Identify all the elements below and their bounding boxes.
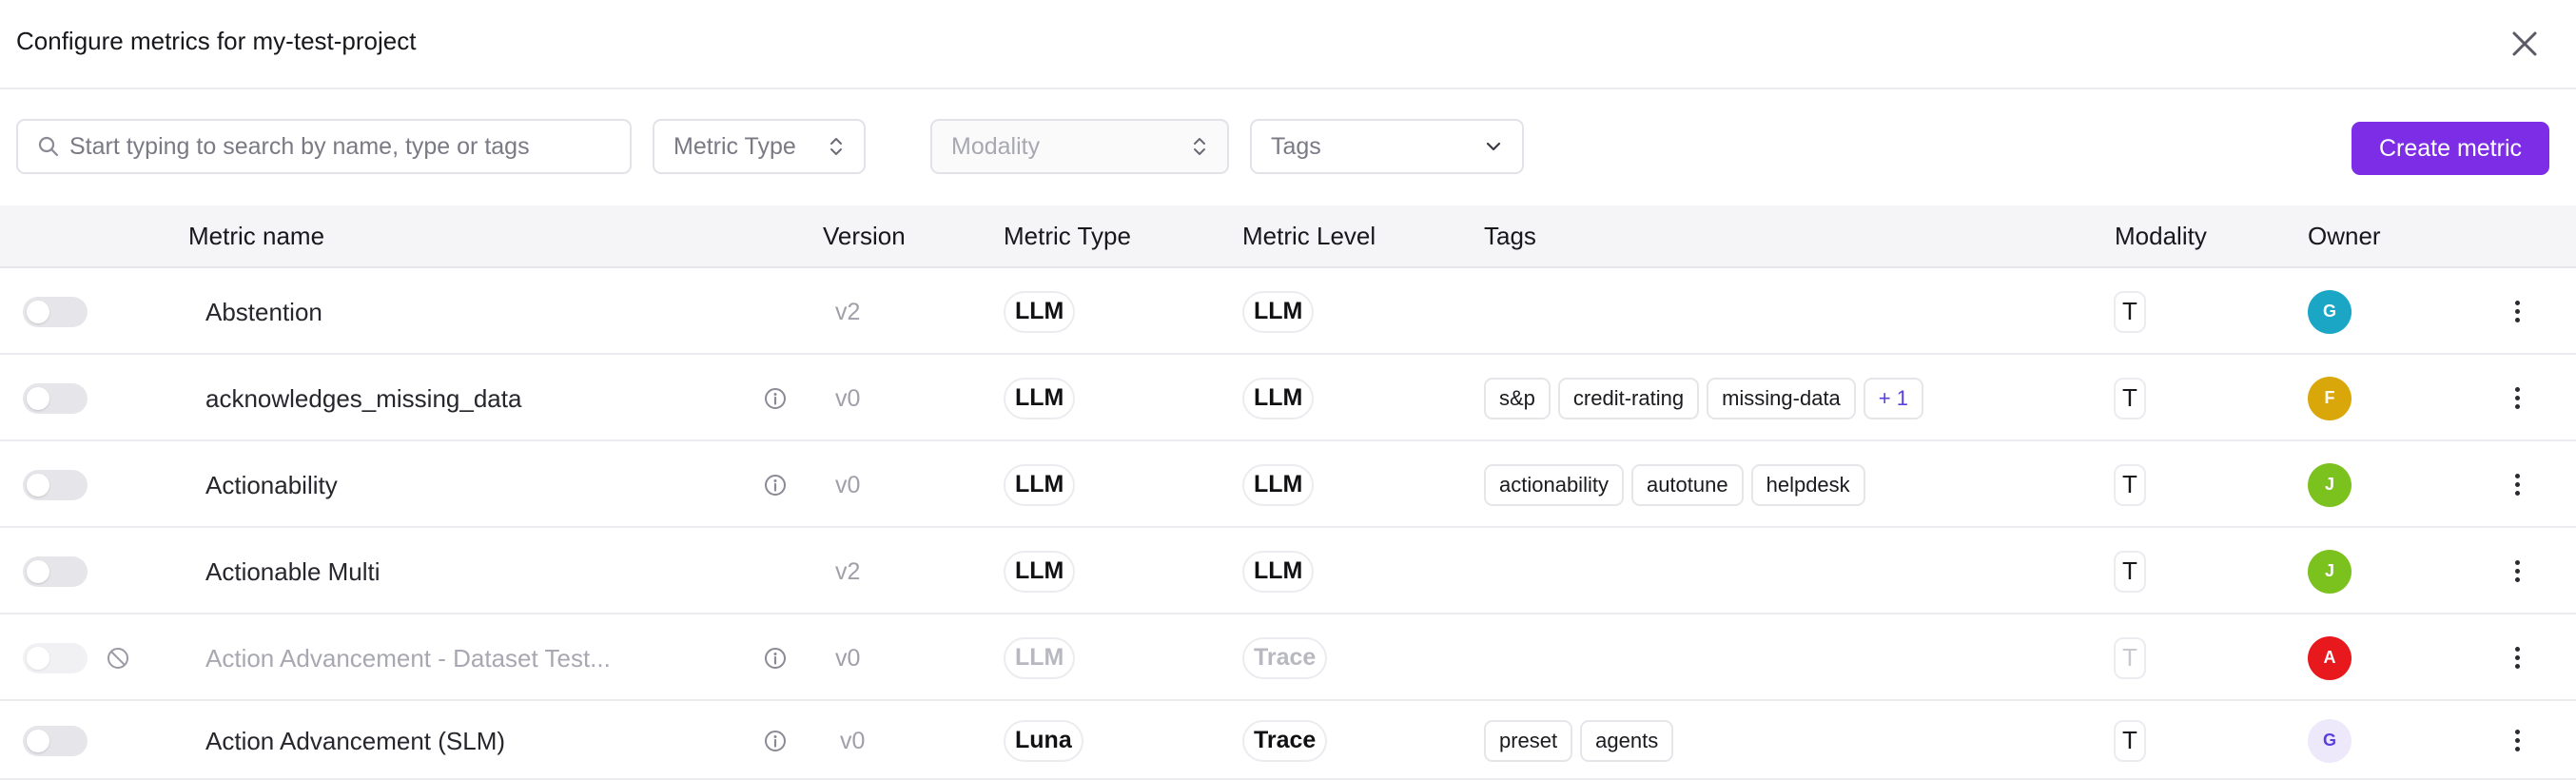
info-icon[interactable] (763, 473, 788, 497)
column-header-name[interactable]: Metric name (188, 222, 324, 251)
owner-avatar: G (2308, 718, 2352, 763)
owner-avatar: J (2308, 462, 2352, 507)
metric-type-select[interactable]: Metric Type (653, 119, 866, 174)
enable-toggle[interactable] (23, 725, 88, 756)
metric-level-badge: LLM (1242, 550, 1315, 593)
tag-chip: actionability (1484, 463, 1624, 506)
metric-type-badge: LLM (1004, 463, 1076, 506)
metric-name[interactable]: Action Advancement (SLM) (205, 727, 505, 756)
metric-version: v0 (835, 644, 861, 672)
dialog-title: Configure metrics for my-test-project (16, 27, 417, 55)
info-icon[interactable] (763, 646, 788, 671)
enable-toggle[interactable] (23, 296, 88, 327)
tag-chip: agents (1580, 719, 1674, 762)
metric-name[interactable]: Actionability (205, 471, 338, 500)
owner-avatar: G (2308, 289, 2352, 334)
more-options-icon[interactable] (2504, 555, 2530, 589)
modality-badge: T (2114, 550, 2146, 593)
modality-badge: T (2114, 463, 2146, 506)
metric-type-badge: LLM (1004, 377, 1076, 419)
enable-toggle[interactable] (23, 556, 88, 587)
table-row[interactable]: Action Advancement (SLM) v0 Luna Trace prese… (0, 701, 2576, 780)
metric-level-badge: LLM (1242, 290, 1315, 333)
metric-type-badge: Luna (1004, 719, 1083, 762)
more-options-icon[interactable] (2504, 468, 2530, 502)
tag-chip: missing-data (1707, 377, 1856, 419)
tag-chip: s&p (1484, 377, 1551, 419)
enable-toggle (23, 642, 88, 673)
more-tags-chip[interactable]: + 1 (1863, 377, 1923, 419)
tag-chip: credit-rating (1557, 377, 1700, 419)
table-row[interactable]: acknowledges_missing_data v0 LLM LLM s&p cred… (0, 355, 2576, 441)
info-icon[interactable] (763, 729, 788, 753)
column-header-tags[interactable]: Tags (1484, 222, 1536, 251)
table-row[interactable]: Action Advancement - Dataset Test... v0 LL… (0, 614, 2576, 701)
metric-version: v0 (840, 727, 866, 754)
metric-version: v2 (835, 298, 861, 325)
close-icon (2512, 31, 2537, 56)
owner-avatar: A (2308, 635, 2352, 680)
tag-chip: preset (1484, 719, 1573, 762)
metric-name[interactable]: acknowledges_missing_data (205, 384, 521, 414)
metric-type-badge: LLM (1004, 636, 1076, 679)
tag-list: preset agents (1484, 719, 1674, 762)
enable-toggle[interactable] (23, 382, 88, 414)
metric-level-badge: LLM (1242, 377, 1315, 419)
info-icon[interactable] (763, 386, 788, 411)
owner-avatar: F (2308, 376, 2352, 420)
metric-level-badge: LLM (1242, 463, 1315, 506)
metric-type-placeholder: Metric Type (673, 132, 796, 160)
chevron-up-down-icon (1194, 138, 1205, 155)
tag-chip: helpdesk (1750, 463, 1865, 506)
tags-placeholder: Tags (1271, 132, 1321, 160)
table-header: Metric name Version Metric Type Metric L… (0, 205, 2576, 268)
tags-select[interactable]: Tags (1250, 119, 1524, 174)
metric-name[interactable]: Action Advancement - Dataset Test... (205, 644, 611, 673)
create-metric-button[interactable]: Create metric (2352, 122, 2549, 175)
search-icon (38, 136, 59, 157)
more-options-icon[interactable] (2504, 724, 2530, 758)
column-header-version[interactable]: Version (823, 222, 906, 251)
modality-placeholder: Modality (951, 132, 1041, 160)
metric-name[interactable]: Actionable Multi (205, 557, 381, 587)
chevron-up-down-icon (830, 138, 842, 155)
search-input[interactable] (69, 132, 621, 161)
column-header-level[interactable]: Metric Level (1242, 222, 1376, 251)
more-options-icon[interactable] (2504, 381, 2530, 416)
modality-badge: T (2114, 290, 2146, 333)
metric-type-badge: LLM (1004, 290, 1076, 333)
search-box[interactable] (16, 119, 632, 174)
metric-version: v0 (835, 471, 861, 498)
tag-list: actionability autotune helpdesk (1484, 463, 1865, 506)
metric-level-badge: Trace (1242, 636, 1328, 679)
close-button[interactable] (2506, 25, 2544, 63)
table-row[interactable]: Actionable Multi v2 LLM LLM T J (0, 528, 2576, 614)
tag-list: s&p credit-rating missing-data + 1 (1484, 377, 1923, 419)
tag-chip: autotune (1630, 463, 1744, 506)
more-options-icon[interactable] (2504, 641, 2530, 675)
enable-toggle[interactable] (23, 469, 88, 500)
owner-avatar: J (2308, 549, 2352, 594)
ban-icon (106, 646, 130, 671)
column-header-type[interactable]: Metric Type (1004, 222, 1131, 251)
modality-select[interactable]: Modality (930, 119, 1229, 174)
modality-badge: T (2114, 719, 2146, 762)
metric-level-badge: Trace (1242, 719, 1328, 762)
modality-badge: T (2114, 377, 2146, 419)
metric-type-badge: LLM (1004, 550, 1076, 593)
dialog-header: Configure metrics for my-test-project (0, 0, 2576, 89)
column-header-owner[interactable]: Owner (2308, 222, 2381, 251)
more-options-icon[interactable] (2504, 295, 2530, 329)
table-row[interactable]: Abstention v2 LLM LLM T G (0, 268, 2576, 355)
toolbar: Metric Type Modality Tags Create metric (0, 91, 2576, 205)
metric-name[interactable]: Abstention (205, 298, 322, 327)
metric-version: v2 (835, 557, 861, 585)
column-header-modality[interactable]: Modality (2115, 222, 2207, 251)
chevron-down-icon (1486, 142, 1501, 151)
modality-badge: T (2114, 636, 2146, 679)
metric-version: v0 (835, 384, 861, 412)
table-row[interactable]: Actionability v0 LLM LLM actionability autotu… (0, 441, 2576, 528)
